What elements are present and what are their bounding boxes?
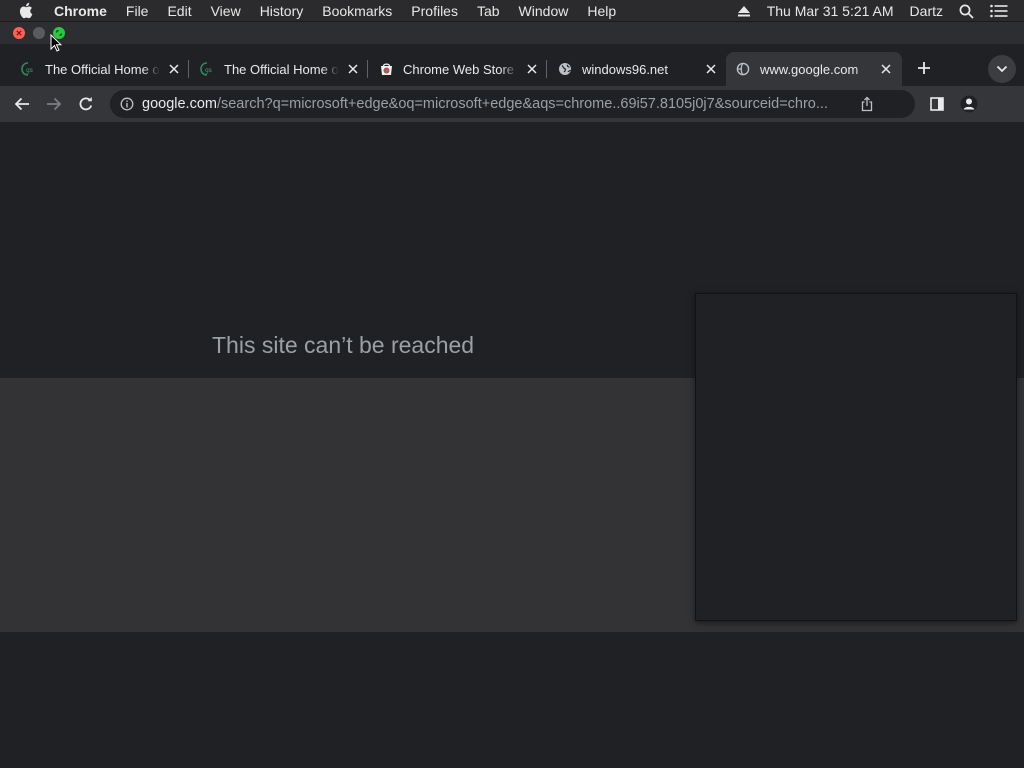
tab-title: www.google.com	[760, 61, 859, 77]
tab-google-active[interactable]: www.google.com	[726, 52, 902, 86]
menu-view[interactable]: View	[211, 3, 241, 19]
menu-history[interactable]: History	[260, 3, 304, 19]
blank-popup-panel[interactable]	[695, 293, 1017, 621]
tab-close-icon[interactable]	[524, 61, 540, 77]
tab-title: windows96.net	[582, 61, 668, 77]
tab-chrome-web-store[interactable]: Chrome Web Store -	[370, 52, 544, 86]
url-path: /search?q=microsoft+edge&oq=microsoft+ed…	[216, 96, 828, 112]
forward-arrow-icon[interactable]	[44, 94, 64, 114]
tab-strip: gs The Official Home of gs The Official …	[0, 44, 1024, 86]
tab-close-icon[interactable]	[345, 61, 361, 77]
macos-menu-bar: Chrome File Edit View History Bookmarks …	[0, 0, 1024, 22]
tab-title: The Official Home of	[224, 61, 339, 77]
error-heading: This site can’t be reached	[212, 332, 475, 358]
window-minimize-button[interactable]	[33, 27, 45, 39]
address-bar[interactable]: google.com/search?q=microsoft+edge&oq=mi…	[110, 90, 915, 118]
menu-app-chrome[interactable]: Chrome	[54, 3, 107, 19]
menu-profiles[interactable]: Profiles	[411, 3, 458, 19]
tab-close-icon[interactable]	[703, 61, 719, 77]
apple-menu-icon[interactable]	[18, 2, 36, 20]
eject-icon[interactable]	[737, 5, 751, 17]
globe-icon	[557, 61, 573, 77]
gs-logo-icon: gs	[199, 61, 215, 77]
mouse-cursor-icon	[50, 34, 62, 52]
broken-globe-icon	[735, 61, 751, 77]
tab-title: Chrome Web Store -	[403, 61, 518, 77]
menu-bookmarks[interactable]: Bookmarks	[322, 3, 392, 19]
side-panel-icon[interactable]	[927, 94, 947, 114]
page-content: This site can’t be reached	[0, 122, 1024, 768]
tab-divider	[546, 60, 547, 78]
menu-window[interactable]: Window	[519, 3, 569, 19]
menu-tab[interactable]: Tab	[477, 3, 500, 19]
tab-official-home-1[interactable]: gs The Official Home of	[12, 52, 186, 86]
new-tab-plus-icon[interactable]	[914, 58, 934, 78]
menu-edit[interactable]: Edit	[167, 3, 191, 19]
url-text[interactable]: google.com/search?q=microsoft+edge&oq=mi…	[142, 96, 842, 112]
tab-search-chevron-icon[interactable]	[988, 55, 1016, 83]
web-store-icon	[378, 61, 394, 77]
profile-avatar-icon[interactable]	[959, 94, 979, 114]
tab-divider	[188, 60, 189, 78]
svg-text:gs: gs	[26, 67, 33, 74]
share-icon[interactable]	[859, 96, 875, 112]
menu-help[interactable]: Help	[587, 3, 616, 19]
menubar-clock[interactable]: Thu Mar 31 5:21 AM	[767, 3, 894, 19]
tab-close-icon[interactable]	[878, 61, 894, 77]
tab-divider	[367, 60, 368, 78]
tab-close-icon[interactable]	[166, 61, 182, 77]
svg-text:gs: gs	[205, 67, 212, 74]
tab-official-home-2[interactable]: gs The Official Home of	[191, 52, 365, 86]
tab-windows96[interactable]: windows96.net	[549, 52, 723, 86]
spotlight-search-icon[interactable]	[959, 4, 974, 19]
url-host: google.com	[142, 96, 217, 112]
reload-icon[interactable]	[76, 94, 96, 114]
notification-center-icon[interactable]	[990, 4, 1008, 18]
window-close-button[interactable]	[13, 27, 25, 39]
menubar-user[interactable]: Dartz	[910, 3, 943, 19]
menu-file[interactable]: File	[126, 3, 149, 19]
site-info-icon[interactable]	[119, 96, 135, 112]
gs-logo-icon: gs	[20, 61, 36, 77]
window-title-bar	[0, 22, 1024, 44]
back-arrow-icon[interactable]	[12, 94, 32, 114]
tab-title: The Official Home of	[45, 61, 160, 77]
